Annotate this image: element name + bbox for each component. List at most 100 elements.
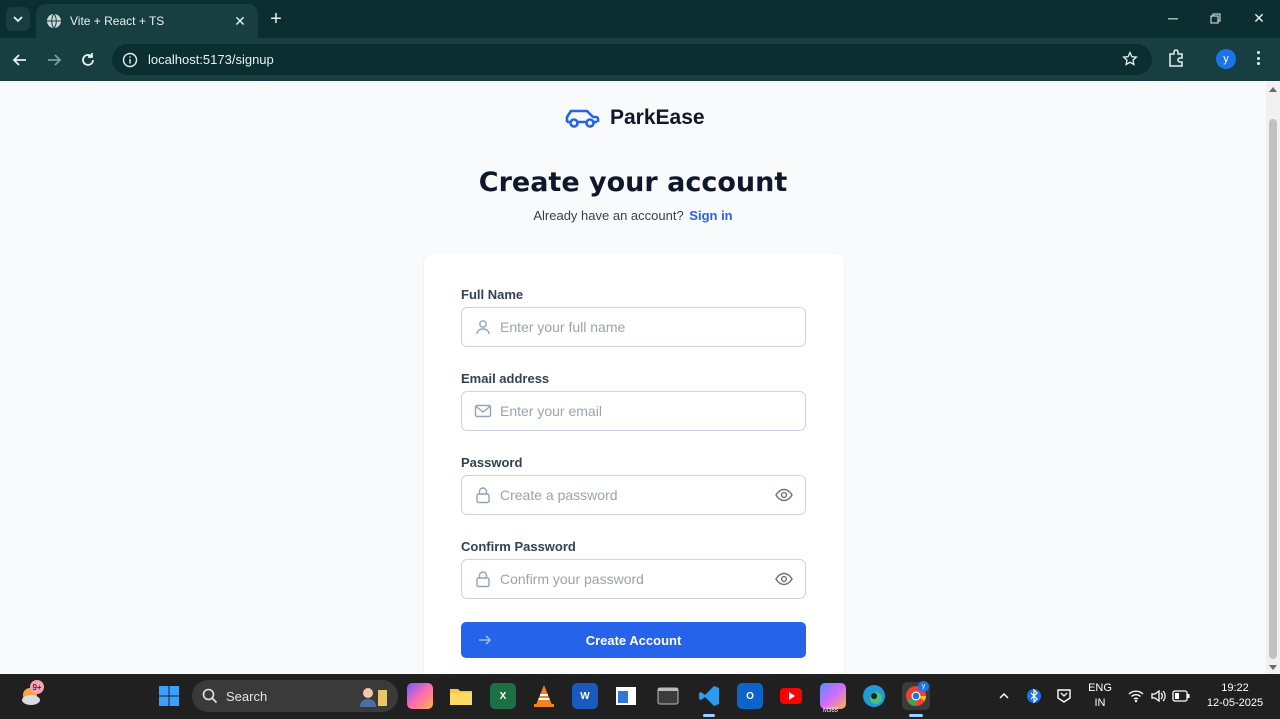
page-viewport: ParkEase Create your account Already hav… (0, 81, 1266, 674)
brand-name: ParkEase (610, 106, 705, 129)
browser-tab[interactable]: Vite + React + TS ✕ (36, 4, 258, 38)
email-label: Email address (461, 371, 550, 386)
file-explorer-icon[interactable] (448, 683, 474, 709)
vlc-icon[interactable] (531, 683, 557, 709)
create-account-label: Create Account (585, 632, 682, 648)
password-label: Password (461, 455, 523, 470)
browser-menu-button[interactable] (1252, 48, 1264, 68)
browser-tab-strip: Vite + React + TS ✕ + ─ ✕ (0, 0, 1280, 38)
start-button[interactable] (156, 683, 182, 709)
confirm-password-input[interactable] (500, 560, 775, 598)
address-bar[interactable]: localhost:5173/signup (112, 44, 1152, 75)
scroll-thumb[interactable] (1269, 119, 1277, 659)
copilot-icon[interactable] (407, 683, 433, 709)
signup-form-card: Full Name Email address Password Confirm… (424, 254, 844, 674)
forward-button[interactable] (42, 48, 66, 72)
page-scrollbar[interactable] (1266, 81, 1280, 674)
email-input[interactable] (500, 392, 805, 430)
reload-icon (82, 53, 94, 66)
new-tab-button[interactable]: + (264, 7, 288, 31)
scroll-up-arrow[interactable] (1269, 87, 1277, 92)
vscode-logo-icon (699, 686, 719, 706)
close-tab-icon[interactable]: ✕ (232, 13, 248, 30)
vscode-icon[interactable] (696, 683, 722, 709)
region-code: IN (1094, 697, 1106, 709)
arrow-right-icon (479, 635, 492, 645)
reload-button[interactable] (76, 48, 100, 72)
restore-icon (1210, 13, 1220, 23)
language-indicator[interactable]: ENG IN (1084, 681, 1116, 711)
volume-icon[interactable] (1150, 688, 1166, 704)
edge-logo-icon (863, 685, 885, 707)
windows-taskbar: 9+ Search X W O M365 y ENG IN 19:22 12-0… (0, 674, 1280, 719)
battery-icon[interactable] (1172, 690, 1190, 702)
scroll-down-arrow[interactable] (1269, 665, 1277, 670)
signin-link[interactable]: Sign in (689, 208, 732, 223)
folder-icon (450, 689, 472, 705)
bluetooth-icon[interactable] (1027, 687, 1041, 705)
back-button[interactable] (8, 48, 32, 72)
mail-icon (474, 404, 492, 418)
m365-label: M365 (823, 708, 839, 714)
windows-logo-icon (159, 686, 179, 706)
confirm-password-label: Confirm Password (461, 539, 576, 554)
browser-toolbar: localhost:5173/signup y (0, 38, 1280, 81)
create-account-button[interactable]: Create Account (461, 622, 806, 658)
brand-logo[interactable]: ParkEase (564, 103, 705, 133)
bookmark-star-icon[interactable] (1122, 51, 1138, 67)
language-code: ENG (1088, 682, 1112, 694)
password-field[interactable] (461, 475, 806, 515)
weather-badge: 9+ (30, 680, 44, 694)
full-name-input[interactable] (500, 308, 805, 346)
show-confirm-password-icon[interactable] (775, 570, 793, 588)
tab-search-button[interactable] (6, 7, 30, 31)
arrow-left-icon (12, 54, 26, 66)
excel-icon[interactable]: X (490, 683, 516, 709)
traffic-cone-icon (534, 685, 554, 707)
youtube-icon[interactable] (778, 683, 804, 709)
arrow-right-icon (48, 54, 62, 66)
email-field[interactable] (461, 391, 806, 431)
chevron-down-icon (13, 16, 23, 23)
site-info-icon[interactable] (122, 52, 138, 68)
terminal-icon[interactable] (655, 683, 681, 709)
tab-title: Vite + React + TS (70, 14, 165, 28)
confirm-password-field[interactable] (461, 559, 806, 599)
outlook-icon[interactable]: O (737, 683, 763, 709)
taskbar-search[interactable]: Search (192, 680, 398, 712)
full-name-field[interactable] (461, 307, 806, 347)
m365-copilot-icon[interactable] (820, 683, 846, 709)
search-highlight-icon (360, 688, 387, 707)
terminal-window-icon (657, 687, 679, 705)
lock-icon (476, 487, 490, 504)
chevron-up-icon[interactable] (998, 690, 1010, 702)
system-clock[interactable]: 19:22 12-05-2025 (1200, 681, 1270, 711)
chrome-profile-badge: y (918, 681, 929, 692)
globe-icon (47, 13, 61, 29)
url-text: localhost:5173/signup (148, 52, 274, 67)
page-title: Create your account (478, 167, 788, 198)
edge-icon[interactable] (861, 683, 887, 709)
restore-button[interactable] (1205, 8, 1225, 28)
search-icon (202, 688, 218, 704)
vscode-active-indicator (703, 714, 715, 717)
window-icon (616, 687, 636, 705)
user-icon (476, 320, 490, 335)
extensions-icon[interactable] (1166, 48, 1186, 68)
password-input[interactable] (500, 476, 775, 514)
show-password-icon[interactable] (775, 486, 793, 504)
full-name-label: Full Name (461, 287, 524, 302)
signin-prompt-text: Already have an account? (533, 208, 684, 223)
profile-avatar[interactable]: y (1216, 49, 1236, 69)
signin-prompt: Already have an account? Sign in (0, 208, 1266, 223)
car-icon (565, 109, 600, 128)
shield-tray-icon[interactable] (1056, 688, 1072, 704)
youtube-play-icon (780, 688, 802, 704)
close-window-button[interactable]: ✕ (1249, 8, 1269, 28)
app-window-icon[interactable] (613, 683, 639, 709)
wifi-icon[interactable] (1128, 689, 1144, 703)
search-label: Search (226, 688, 268, 704)
word-icon[interactable]: W (572, 683, 598, 709)
minimize-button[interactable]: ─ (1163, 8, 1183, 28)
clock-date: 12-05-2025 (1206, 697, 1264, 709)
